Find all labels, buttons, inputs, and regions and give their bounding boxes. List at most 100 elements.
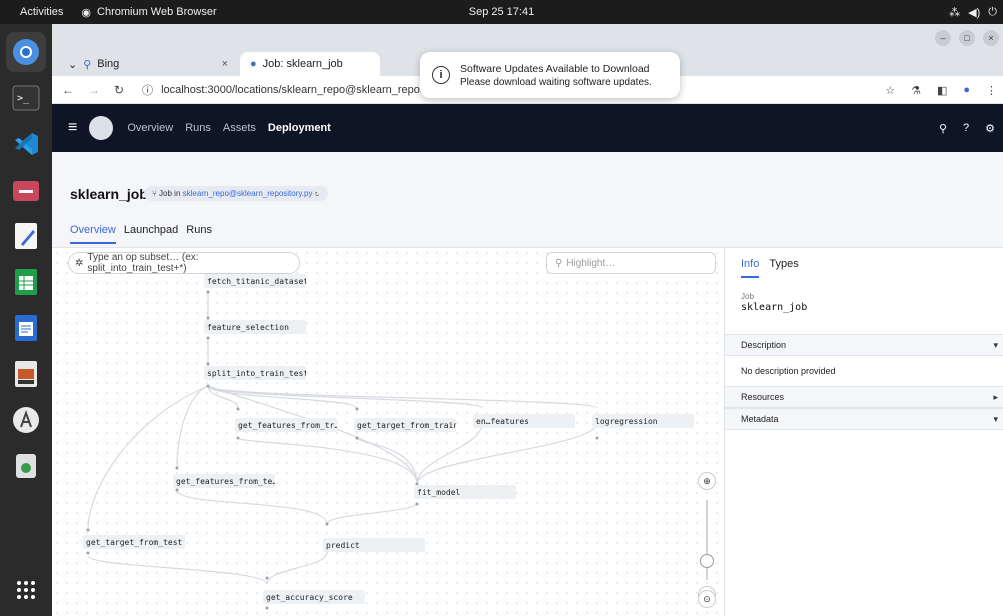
tab-runs[interactable]: Runs xyxy=(186,224,212,244)
dock-calc[interactable] xyxy=(6,262,46,302)
zoom-slider-track[interactable] xyxy=(706,500,708,580)
dock-software[interactable] xyxy=(6,400,46,440)
search-icon[interactable]: ⚲ xyxy=(939,122,947,135)
job-tabs: Overview Launchpad Runs xyxy=(70,224,212,244)
back-icon[interactable]: ← xyxy=(62,83,74,97)
window-controls: – □ × xyxy=(935,30,999,46)
tab-info[interactable]: Info xyxy=(741,258,760,278)
panel-tabs: Info Types xyxy=(741,258,799,278)
text-editor-icon xyxy=(15,223,37,249)
dock-trash[interactable] xyxy=(6,446,46,486)
op-subset-input[interactable]: ✲ Type an op subset… (ex: split_into_tra… xyxy=(68,252,300,274)
op-node[interactable]: get_accuracy_score xyxy=(263,590,365,604)
dagster-favicon-icon: ● xyxy=(250,58,257,70)
maximize-icon[interactable]: □ xyxy=(959,30,975,46)
op-node[interactable]: fit_model xyxy=(414,485,516,499)
info-icon: i xyxy=(432,66,450,84)
system-top-bar: Activities ◉ Chromium Web Browser Sep 25… xyxy=(0,0,1003,24)
dock-apps-grid[interactable] xyxy=(6,570,46,610)
op-node[interactable]: get_features_from_tr… xyxy=(235,418,337,432)
notification-body[interactable]: Please download waiting software updates… xyxy=(460,77,652,88)
active-app-indicator[interactable]: ◉ Chromium Web Browser xyxy=(81,6,216,19)
tab-overview[interactable]: Overview xyxy=(70,224,116,244)
sidepanel-icon[interactable]: ◧ xyxy=(937,84,947,97)
update-notification[interactable]: i Software Updates Available to Download… xyxy=(420,52,680,98)
badge-prefix: Job in xyxy=(159,189,181,198)
minimize-icon[interactable]: – xyxy=(935,30,951,46)
dock-vscode[interactable] xyxy=(6,124,46,164)
notification-title: Software Updates Available to Download xyxy=(460,62,650,75)
info-panel: Info Types Job sklearn_job Description ▾… xyxy=(724,248,1003,616)
op-node[interactable]: logregression xyxy=(592,414,694,428)
chevron-down-icon[interactable]: ⌄ xyxy=(68,58,77,71)
system-tray[interactable]: ⁂ ◀) ⏻ xyxy=(949,0,997,24)
fit-to-view-icon[interactable]: ⊙ xyxy=(698,590,716,608)
resources-section-header[interactable]: Resources ▸ xyxy=(725,386,1003,408)
dock-writer[interactable] xyxy=(6,308,46,348)
op-subset-placeholder: Type an op subset… (ex: split_into_train… xyxy=(87,252,199,274)
op-node[interactable]: get_features_from_te… xyxy=(173,474,275,488)
dock-chromium[interactable] xyxy=(6,32,46,72)
menu-kebab-icon[interactable]: ⋮ xyxy=(986,84,997,97)
vscode-icon xyxy=(15,133,38,155)
op-node[interactable]: get_target_from_test xyxy=(83,535,185,549)
nav-overview[interactable]: Overview xyxy=(127,122,173,134)
nav-deployment[interactable]: Deployment xyxy=(268,122,331,134)
forward-icon[interactable]: → xyxy=(88,83,100,97)
op-node[interactable]: en…features xyxy=(473,414,575,428)
terminal-icon: >_ xyxy=(12,85,40,111)
dagster-logo-icon[interactable] xyxy=(89,116,114,140)
op-node[interactable]: fetch_titanic_dataset xyxy=(204,274,306,288)
active-app-name: Chromium Web Browser xyxy=(97,6,217,18)
job-name: sklearn_job xyxy=(741,302,808,313)
browser-window: ⌄ ⚲ Bing × ● Job: sklearn_job – □ × ← → … xyxy=(52,24,1003,616)
profile-icon[interactable]: ● xyxy=(963,84,970,96)
presentation-icon xyxy=(15,361,37,387)
settings-gear-icon[interactable]: ⚙ xyxy=(985,122,995,135)
job-header: sklearn_job ⑂ Job in sklearn_repo@sklear… xyxy=(52,152,1003,248)
site-info-icon[interactable]: ⓘ xyxy=(142,82,153,98)
dock-impress[interactable] xyxy=(6,354,46,394)
graph-edges xyxy=(86,290,599,610)
repository-link[interactable]: sklearn_repo@sklearn_repository.py xyxy=(183,189,313,198)
zoom-in-icon[interactable]: ⊕ xyxy=(698,472,716,490)
description-section-header[interactable]: Description ▾ xyxy=(725,334,1003,356)
tab-sklearn-job[interactable]: ● Job: sklearn_job xyxy=(240,52,380,76)
search-icon: ⚲ xyxy=(555,257,563,269)
close-icon[interactable]: × xyxy=(222,58,228,70)
section-title: Metadata xyxy=(741,414,779,424)
reload-icon[interactable]: ↻ xyxy=(315,189,320,198)
dock-text-editor[interactable] xyxy=(6,216,46,256)
help-icon[interactable]: ? xyxy=(963,122,969,134)
nav-assets[interactable]: Assets xyxy=(223,122,256,134)
tab-launchpad[interactable]: Launchpad xyxy=(124,224,178,244)
section-title: Resources xyxy=(741,392,785,402)
app-nav-links: Overview Runs Assets Deployment xyxy=(127,122,331,134)
trash-icon xyxy=(16,454,36,478)
activities-button[interactable]: Activities xyxy=(0,6,75,18)
op-node[interactable]: get_target_from_train xyxy=(354,418,456,432)
reload-icon[interactable]: ↻ xyxy=(114,83,124,97)
tab-bing[interactable]: ⌄ ⚲ Bing × xyxy=(58,52,238,76)
search-icon: ⚲ xyxy=(83,58,92,71)
app-nav-bar: ≡ Overview Runs Assets Deployment ⚲ ? ⚙ xyxy=(52,104,1003,152)
dock-files[interactable] xyxy=(6,170,46,210)
metadata-section-header[interactable]: Metadata ▾ xyxy=(725,408,1003,430)
op-node[interactable]: split_into_train_test xyxy=(204,366,306,380)
zoom-slider-handle[interactable] xyxy=(700,554,714,568)
op-graph-canvas[interactable]: ✲ Type an op subset… (ex: split_into_tra… xyxy=(52,248,724,616)
tab-types[interactable]: Types xyxy=(769,258,798,278)
highlight-input[interactable]: ⚲ Highlight… xyxy=(546,252,716,274)
nav-runs[interactable]: Runs xyxy=(185,122,211,134)
bookmark-star-icon[interactable]: ☆ xyxy=(885,84,895,97)
svg-text:>_: >_ xyxy=(17,93,30,104)
spreadsheet-icon xyxy=(15,269,37,295)
close-window-icon[interactable]: × xyxy=(983,30,999,46)
page-title: sklearn_job xyxy=(70,186,148,202)
dock-terminal[interactable]: >_ xyxy=(6,78,46,118)
op-node[interactable]: feature_selection xyxy=(204,320,306,334)
hamburger-menu-icon[interactable]: ≡ xyxy=(52,119,77,137)
chromium-icon: ◉ xyxy=(81,6,92,19)
labs-icon[interactable]: ⚗ xyxy=(911,84,921,97)
op-node[interactable]: predict xyxy=(323,538,425,552)
